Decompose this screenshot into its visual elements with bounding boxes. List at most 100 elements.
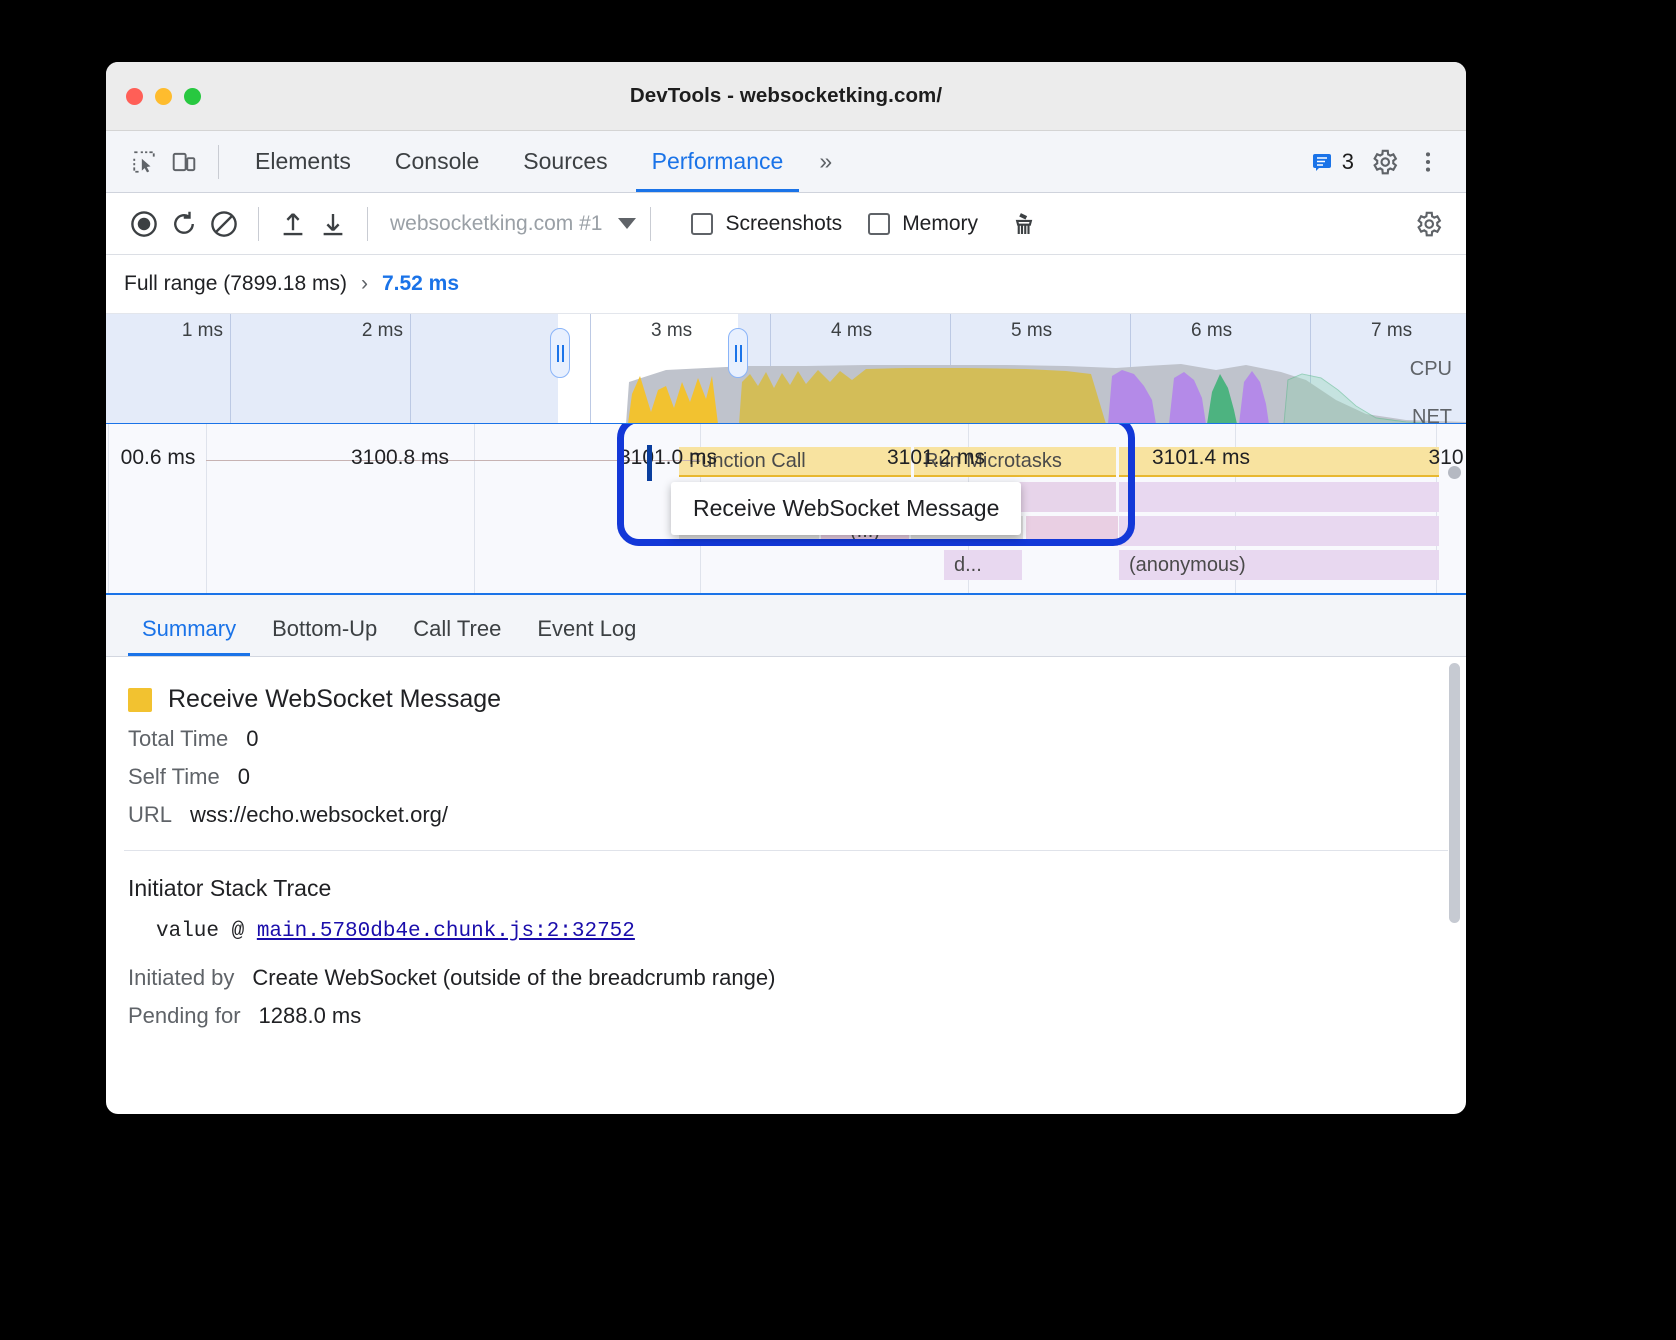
flame-time-label: 3101.4 ms: [1152, 446, 1250, 470]
flame-gridline: [474, 424, 475, 593]
field-value: wss://echo.websocket.org/: [190, 802, 448, 828]
tab-performance[interactable]: Performance: [630, 131, 806, 192]
selection-handle-left[interactable]: [550, 328, 570, 378]
memory-checkbox[interactable]: Memory: [868, 212, 978, 236]
stack-frame-prefix: value @: [156, 920, 257, 943]
perf-divider-1: [258, 207, 259, 241]
field-value: 1288.0 ms: [259, 1003, 362, 1029]
overview-tick-label: 4 ms: [831, 320, 879, 342]
tab-sources[interactable]: Sources: [501, 131, 629, 192]
tab-event-log[interactable]: Event Log: [519, 616, 654, 656]
tab-console[interactable]: Console: [373, 131, 501, 192]
flame-bar-row4-anonymous[interactable]: (anonymous): [1119, 550, 1439, 580]
flame-bar-row3-d[interactable]: [1026, 516, 1118, 546]
field-self-time: Self Time 0: [106, 752, 1466, 790]
perf-divider-2: [367, 207, 368, 241]
details-tab-bar: Summary Bottom-Up Call Tree Event Log: [106, 595, 1466, 657]
event-title: Receive WebSocket Message: [168, 685, 501, 714]
screenshots-label: Screenshots: [725, 212, 842, 236]
field-pending-for: Pending for 1288.0 ms: [106, 991, 1466, 1029]
cpu-track-label: CPU: [1410, 358, 1452, 381]
record-icon[interactable]: [124, 204, 164, 244]
save-profile-icon[interactable]: [313, 204, 353, 244]
clear-icon[interactable]: [204, 204, 244, 244]
flame-time-label: 3100.8 ms: [351, 446, 449, 470]
field-key: Self Time: [128, 764, 220, 790]
field-key: Initiated by: [128, 965, 234, 991]
overview-tick-label: 5 ms: [1011, 320, 1059, 342]
profile-select[interactable]: websocketking.com #1: [390, 212, 636, 236]
devtools-tab-bar: Elements Console Sources Performance » 3: [106, 131, 1466, 193]
capture-settings-gear-icon[interactable]: [1408, 204, 1448, 244]
field-value: 0: [238, 764, 250, 790]
toolbar-divider: [218, 145, 219, 179]
flame-time-label: 3101.0 ms: [619, 446, 717, 470]
performance-toolbar: websocketking.com #1 Screenshots Memory: [106, 193, 1466, 255]
breadcrumb-current-range[interactable]: 7.52 ms: [382, 272, 459, 296]
gear-icon[interactable]: [1364, 142, 1404, 182]
field-value: Create WebSocket (outside of the breadcr…: [252, 965, 775, 991]
more-tabs-icon[interactable]: »: [805, 148, 846, 175]
field-key: Pending for: [128, 1003, 241, 1029]
perf-divider-3: [650, 207, 651, 241]
load-profile-icon[interactable]: [273, 204, 313, 244]
device-toolbar-icon[interactable]: [164, 142, 204, 182]
event-color-swatch: [128, 688, 152, 712]
tab-elements[interactable]: Elements: [233, 131, 373, 192]
breadcrumb-separator-icon: ›: [361, 272, 368, 296]
field-key: Total Time: [128, 726, 228, 752]
screenshots-checkbox-box[interactable]: [691, 213, 713, 235]
reload-and-record-icon[interactable]: [164, 204, 204, 244]
event-title-row: Receive WebSocket Message: [106, 657, 1466, 714]
flame-bar-row4-d[interactable]: d...: [944, 550, 1022, 580]
chevron-down-icon: [618, 218, 636, 229]
flame-gridline: [206, 424, 207, 593]
issues-count: 3: [1342, 149, 1354, 175]
field-value: 0: [246, 726, 258, 752]
flame-chart[interactable]: 00.6 ms 3100.8 ms 3101.0 ms 3101.2 ms 31…: [106, 423, 1466, 595]
tab-call-tree[interactable]: Call Tree: [395, 616, 519, 656]
devtools-window: DevTools - websocketking.com/ Elements C…: [106, 62, 1466, 1114]
tab-bar-right-actions: 3: [1304, 142, 1448, 182]
field-initiated-by: Initiated by Create WebSocket (outside o…: [106, 943, 1466, 991]
stack-frame-row: value @ main.5780db4e.chunk.js:2:32752: [106, 902, 1466, 943]
field-total-time: Total Time 0: [106, 714, 1466, 752]
collect-garbage-icon[interactable]: [1004, 204, 1044, 244]
tab-bottom-up[interactable]: Bottom-Up: [254, 616, 395, 656]
tab-summary[interactable]: Summary: [124, 616, 254, 656]
flame-tooltip: Receive WebSocket Message: [671, 482, 1021, 535]
flame-bar-row2-c[interactable]: [1119, 482, 1439, 512]
window-title: DevTools - websocketking.com/: [106, 84, 1466, 108]
initiator-stack-trace-title: Initiator Stack Trace: [106, 851, 1466, 902]
flame-bar-row3-e[interactable]: [1119, 516, 1439, 546]
panel-tabs: Elements Console Sources Performance »: [233, 131, 846, 192]
issues-icon: [1310, 150, 1334, 174]
breadcrumb: Full range (7899.18 ms) › 7.52 ms: [106, 255, 1466, 313]
overview-tick-label: 7 ms: [1371, 320, 1419, 342]
breadcrumb-full-range[interactable]: Full range (7899.18 ms): [124, 272, 347, 296]
memory-label: Memory: [902, 212, 978, 236]
websocket-event-marker[interactable]: [647, 445, 652, 481]
flame-scrollbar-thumb[interactable]: [1448, 466, 1461, 479]
stack-frame-link[interactable]: main.5780db4e.chunk.js:2:32752: [257, 920, 635, 943]
flame-time-label: 3101.2 ms: [887, 446, 985, 470]
overview-tick-label: 2 ms: [362, 320, 410, 342]
memory-checkbox-box[interactable]: [868, 213, 890, 235]
overview-tick-label: 1 ms: [182, 320, 230, 342]
title-bar: DevTools - websocketking.com/: [106, 62, 1466, 131]
summary-panel: Receive WebSocket Message Total Time 0 S…: [106, 657, 1466, 949]
overview-tick-label: 6 ms: [1191, 320, 1239, 342]
flame-gridline: [108, 424, 109, 593]
timeline-overview[interactable]: 1 ms 2 ms 3 ms 4 ms 5 ms 6 ms 7 ms: [106, 313, 1466, 423]
net-track-label: NET: [1412, 406, 1452, 423]
profile-select-label: websocketking.com #1: [390, 212, 602, 236]
inspect-element-icon[interactable]: [124, 142, 164, 182]
field-url: URL wss://echo.websocket.org/: [106, 790, 1466, 828]
screenshots-checkbox[interactable]: Screenshots: [691, 212, 842, 236]
issues-button[interactable]: 3: [1304, 149, 1360, 175]
summary-scrollbar-thumb[interactable]: [1449, 663, 1460, 923]
kebab-menu-icon[interactable]: [1408, 142, 1448, 182]
flame-time-label: 00.6 ms: [121, 446, 196, 470]
selection-handle-right[interactable]: [728, 328, 748, 378]
field-key: URL: [128, 802, 172, 828]
